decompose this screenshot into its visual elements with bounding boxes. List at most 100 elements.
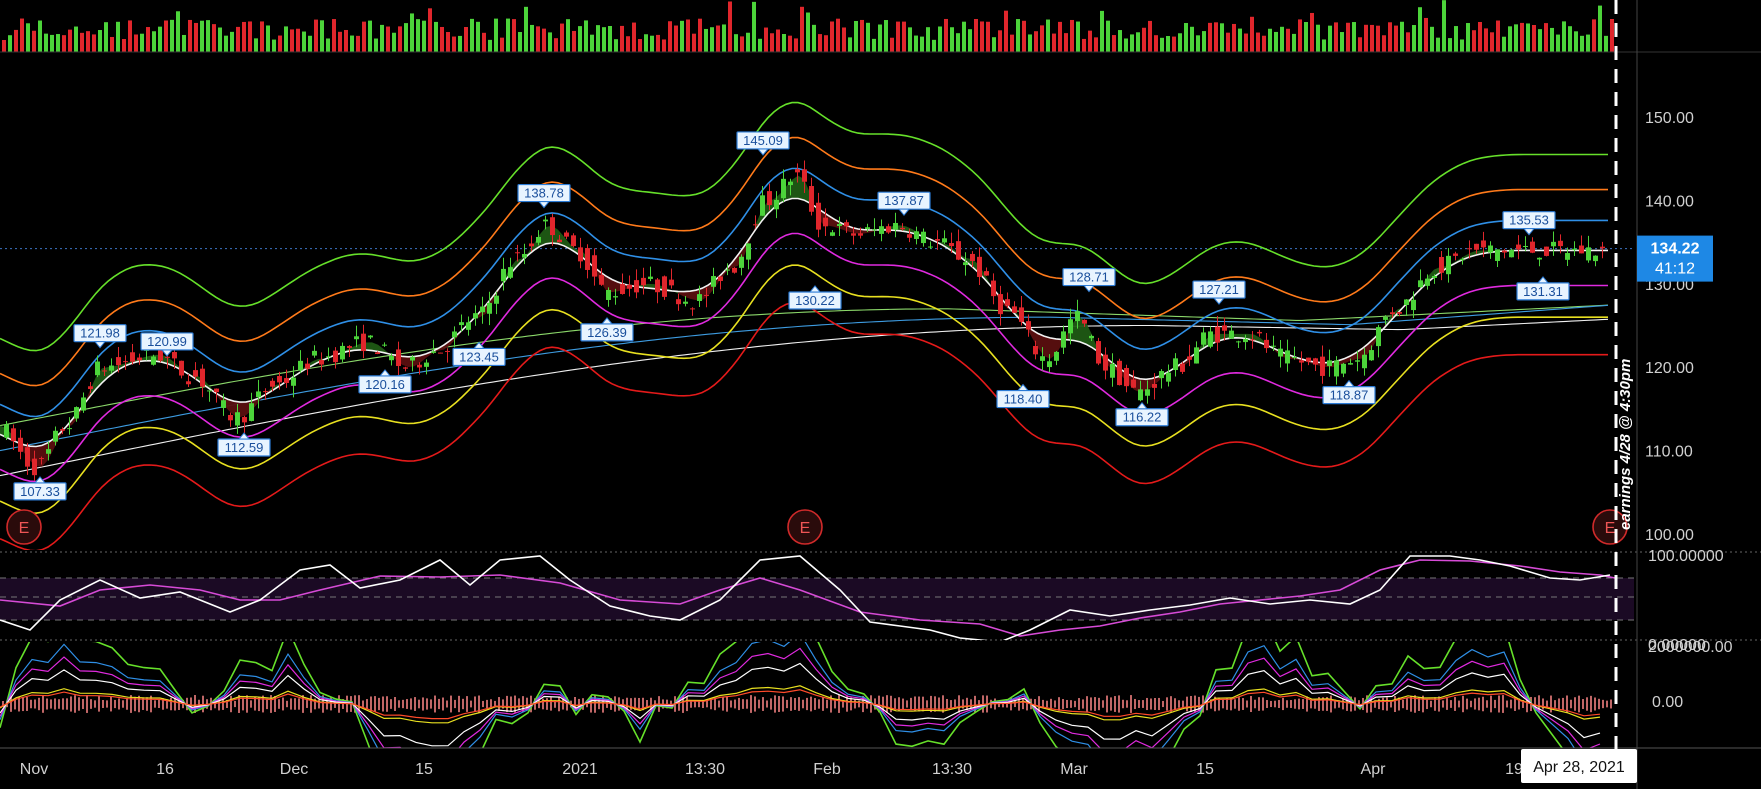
histogram-bar (510, 696, 512, 712)
histogram-bar (1430, 700, 1432, 708)
volume-bar (578, 26, 582, 52)
volume-bar (1502, 36, 1506, 52)
volume-bar (668, 21, 672, 52)
volume-bar (704, 28, 708, 52)
volume-bar (1058, 21, 1062, 52)
histogram-bar (1426, 698, 1428, 710)
candle-body (564, 232, 569, 237)
histogram-bar (786, 699, 788, 709)
price-label-text: 131.31 (1523, 284, 1563, 299)
volume-bar (176, 11, 180, 53)
candle-body (704, 294, 709, 296)
histogram-bar (50, 699, 52, 709)
earnings-marker[interactable]: E (6, 509, 42, 545)
volume-bar (266, 25, 270, 52)
histogram-bar (898, 697, 900, 711)
price-label-text: 118.40 (1004, 392, 1043, 407)
candle-body (662, 276, 667, 297)
price-label-107-33: 107.33 (13, 476, 67, 501)
candle-body (81, 397, 86, 411)
histogram-bar (1574, 697, 1576, 711)
price-label-138-78: 138.78 (517, 183, 571, 209)
histogram-bar (34, 699, 36, 709)
volume-bar (968, 29, 972, 52)
volume-bar (1262, 35, 1266, 52)
candle-body (1138, 389, 1143, 401)
volume-bar (332, 19, 336, 52)
histogram-bar (434, 695, 436, 713)
candle-body (879, 226, 884, 234)
volume-bar (86, 31, 90, 52)
histogram-bar (854, 699, 856, 709)
candle-body (830, 232, 835, 236)
candle-body (970, 253, 975, 261)
earnings-marker[interactable]: E (787, 509, 823, 545)
volume-bar (1022, 20, 1026, 52)
histogram-bar (538, 699, 540, 709)
volume-bar (908, 27, 912, 52)
volume-bar (1364, 24, 1368, 52)
histogram-bar (778, 696, 780, 712)
time-tick-8: Mar (1060, 761, 1088, 778)
histogram-bar (98, 696, 100, 712)
volume-bar (824, 35, 828, 52)
histogram-bar (126, 698, 128, 710)
histogram-bar (1402, 699, 1404, 709)
candle-body (389, 356, 394, 361)
histogram-bar (26, 697, 28, 711)
candle-body (942, 238, 947, 243)
osc-tick-100: 100.00000 (1648, 548, 1724, 565)
candle-body (760, 195, 765, 216)
stock-chart[interactable]: 107.33 121.98 120.99 112.59 120.16 123.45 138.… (0, 0, 1761, 789)
candle-body (795, 169, 800, 173)
price-pane[interactable] (0, 101, 1634, 551)
histogram-bar (910, 697, 912, 711)
price-label-137-87: 137.87 (877, 191, 931, 216)
histogram-bar (374, 696, 376, 712)
volume-bar (416, 19, 420, 53)
histogram-bar (1442, 700, 1444, 708)
volume-bar (1268, 28, 1272, 52)
histogram-bar (1562, 697, 1564, 711)
price-label-131-31: 131.31 (1516, 276, 1570, 301)
candle-body (1509, 249, 1514, 258)
price-label-text: 112.59 (225, 440, 264, 455)
volume-bar (920, 36, 924, 52)
price-label-126-39: 126.39 (580, 317, 634, 342)
histogram-bar (1226, 698, 1228, 710)
volume-bar (56, 34, 60, 52)
candle-body (1103, 354, 1108, 371)
candle-body (1530, 241, 1535, 253)
histogram-bar (1274, 700, 1276, 708)
candle-body (494, 295, 499, 304)
volume-bar (1322, 39, 1326, 52)
candle-body (522, 253, 527, 258)
histogram-bar (242, 697, 244, 711)
volume-bar (632, 22, 636, 52)
candle-body (466, 322, 471, 330)
candle-body (319, 360, 324, 365)
volume-bar (524, 6, 528, 53)
histogram-bar (1510, 699, 1512, 709)
price-label-pointer (897, 208, 911, 216)
histogram-bar (482, 700, 484, 708)
histogram-bar (294, 698, 296, 710)
histogram-bar (38, 697, 40, 711)
candle-body (851, 233, 856, 236)
earnings-marker-text: E (800, 520, 811, 537)
earnings-markers[interactable]: EEE (6, 509, 1628, 545)
volume-bar (842, 27, 846, 52)
volume-bar (410, 13, 414, 52)
candle-body (1362, 354, 1367, 369)
candle-body (655, 279, 660, 293)
volume-bar (1202, 31, 1206, 52)
histogram-bar (486, 699, 488, 709)
candle-body (578, 247, 583, 262)
candle-body (886, 226, 891, 233)
candle-body (1026, 321, 1031, 330)
volume-bar (1514, 24, 1518, 52)
volume-bar (734, 34, 738, 52)
volume-bar (944, 18, 948, 52)
volume-bar (1430, 26, 1434, 52)
candle-body (214, 388, 219, 393)
